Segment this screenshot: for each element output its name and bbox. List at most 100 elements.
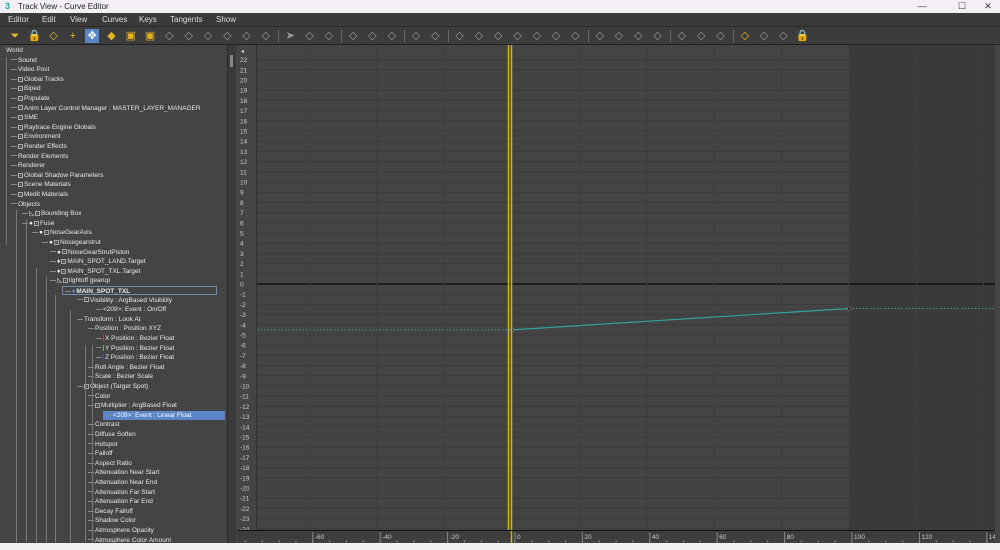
filter-keys-icon[interactable]: ◇ bbox=[714, 29, 728, 43]
expand-toggle-icon[interactable]: - bbox=[61, 249, 67, 255]
tangent-step-icon[interactable]: ◇ bbox=[530, 29, 544, 43]
tangent-auto-icon[interactable]: ◇ bbox=[453, 29, 467, 43]
tree-item[interactable]: Shadow Color bbox=[88, 516, 136, 525]
menu-editor[interactable]: Editor bbox=[8, 15, 29, 24]
tangent-linear-icon[interactable]: ◇ bbox=[549, 29, 563, 43]
tree-item[interactable]: - Environment bbox=[11, 132, 61, 141]
link-icon[interactable]: ◇ bbox=[303, 29, 317, 43]
tree-item-selected[interactable]: <209>: Event : Linear Float bbox=[103, 410, 225, 420]
tree-item[interactable]: - Medit Materials bbox=[11, 190, 68, 199]
ease-curve-icon[interactable]: ◇ bbox=[240, 29, 254, 43]
multiplier-curve-icon[interactable]: ◇ bbox=[259, 29, 273, 43]
expand-toggle-icon[interactable]: - bbox=[18, 191, 23, 197]
tree-item[interactable]: Sound bbox=[11, 56, 37, 65]
tree-item[interactable]: Scale : Bezier Scale bbox=[88, 372, 153, 381]
scale-keys-icon[interactable]: ▣ bbox=[124, 29, 138, 43]
tree-item[interactable]: - Global Shadow Parameters bbox=[11, 171, 104, 180]
scroll-thumb[interactable] bbox=[230, 55, 233, 67]
expand-toggle-icon[interactable]: - bbox=[63, 278, 68, 284]
align-icon[interactable]: ◇ bbox=[322, 29, 336, 43]
out-of-range-icon[interactable]: ◇ bbox=[757, 29, 771, 43]
tree-item[interactable]: ♦MAIN_SPOT_TXL bbox=[62, 286, 217, 295]
tree-item[interactable]: Aspect Ratio bbox=[88, 459, 132, 468]
lock-icon[interactable]: 🔒 bbox=[27, 29, 41, 43]
tree-item[interactable]: - SME bbox=[11, 113, 38, 122]
curve-canvas[interactable] bbox=[237, 45, 995, 530]
tree-item[interactable]: X Position : Bezier Float bbox=[96, 334, 174, 343]
key-stats-icon[interactable]: ◇ bbox=[776, 29, 790, 43]
expand-toggle-icon[interactable]: - bbox=[43, 230, 49, 236]
tree-item[interactable]: World bbox=[6, 46, 23, 55]
tree-item[interactable]: ♦ - MAIN_SPOT_LAND.Target bbox=[50, 257, 146, 266]
tree-item[interactable]: ● - NoseGearStrutPiston bbox=[50, 248, 129, 257]
slide-keys-icon[interactable]: ◆ bbox=[105, 29, 119, 43]
tree-item[interactable]: Transform : Look At bbox=[77, 315, 140, 324]
tree-item[interactable]: Attenuation Near End bbox=[88, 478, 157, 487]
normalize-icon[interactable]: ◇ bbox=[694, 29, 708, 43]
curve-graph[interactable] bbox=[237, 45, 995, 530]
tree-scrollbar[interactable] bbox=[228, 45, 236, 543]
tree-item[interactable]: ● - NoseGearAxis bbox=[32, 228, 92, 237]
expand-toggle-icon[interactable]: - bbox=[95, 402, 100, 408]
expand-toggle-icon[interactable]: - bbox=[33, 220, 39, 226]
close-button[interactable]: ✕ bbox=[976, 0, 1000, 13]
add-key-icon[interactable]: + bbox=[66, 29, 80, 43]
expand-toggle-icon[interactable]: - bbox=[18, 86, 23, 92]
tree-item[interactable]: Atmosphere Color Amount bbox=[88, 536, 171, 543]
tree-item[interactable]: Roll Angle : Bezier Float bbox=[88, 363, 164, 372]
key-point[interactable] bbox=[847, 306, 851, 311]
expand-toggle-icon[interactable]: - bbox=[84, 297, 89, 303]
expand-toggle-icon[interactable]: - bbox=[18, 182, 23, 188]
tangent-spline-icon[interactable]: ◇ bbox=[472, 29, 486, 43]
lock-selection-icon[interactable]: 🔒 bbox=[796, 29, 810, 43]
break-tangents-icon[interactable]: ◇ bbox=[365, 29, 379, 43]
extend-icon[interactable]: ◇ bbox=[428, 29, 442, 43]
tree-item[interactable]: ● - Nosegearstrut bbox=[42, 238, 101, 247]
filter-icon[interactable]: ⏷ bbox=[8, 29, 22, 43]
tree-item[interactable]: Decay Falloff bbox=[88, 507, 133, 516]
show-keys-icon[interactable]: ◇ bbox=[593, 29, 607, 43]
menu-curves[interactable]: Curves bbox=[102, 15, 127, 24]
tree-item[interactable]: Renderer bbox=[11, 161, 45, 170]
tree-item[interactable]: - Biped bbox=[11, 84, 41, 93]
tree-item[interactable]: Attenuation Near Start bbox=[88, 468, 159, 477]
move-keys-icon[interactable]: ✥ bbox=[85, 29, 100, 43]
unify-icon[interactable]: ◇ bbox=[738, 29, 752, 43]
region-icon[interactable]: ◇ bbox=[162, 29, 176, 43]
curve-link-icon[interactable]: ◇ bbox=[47, 29, 61, 43]
tree-item[interactable]: ◺ - Bounding Box bbox=[22, 209, 81, 218]
menu-keys[interactable]: Keys bbox=[139, 15, 157, 24]
flatten-icon[interactable]: ◇ bbox=[409, 29, 423, 43]
tree-item[interactable]: ♦ - MAIN_SPOT_TXL.Target bbox=[50, 267, 140, 276]
menu-tangents[interactable]: Tangents bbox=[170, 15, 202, 24]
retime-icon[interactable]: ◇ bbox=[182, 29, 196, 43]
tree-item[interactable]: Position : Position XYZ bbox=[88, 324, 161, 333]
expand-toggle-icon[interactable]: - bbox=[18, 172, 23, 178]
snap-frames-icon[interactable]: ◇ bbox=[201, 29, 215, 43]
lock-tangents-icon[interactable]: ◇ bbox=[631, 29, 645, 43]
tree-item[interactable]: <209>: Event : On/Off bbox=[96, 305, 166, 314]
expand-toggle-icon[interactable]: - bbox=[18, 134, 23, 140]
time-ruler[interactable]: -60 -40 -20 0 20 40 60 80 100 120 14 bbox=[237, 530, 996, 543]
frame-icon[interactable]: ◇ bbox=[675, 29, 689, 43]
tree-item[interactable]: Video Post bbox=[11, 65, 49, 74]
isolate-icon[interactable]: ◇ bbox=[651, 29, 665, 43]
tree-item[interactable]: Y Position : Bezier Float bbox=[96, 344, 174, 353]
unify-tangents-icon[interactable]: ◇ bbox=[385, 29, 399, 43]
function-curve[interactable] bbox=[511, 307, 850, 331]
tree-item[interactable]: Z Position : Bezier Float bbox=[96, 353, 174, 362]
tree-item[interactable]: - Populate bbox=[11, 94, 50, 103]
expand-toggle-icon[interactable]: - bbox=[35, 210, 40, 216]
parameter-curve-icon[interactable]: ◇ bbox=[220, 29, 234, 43]
tree-item[interactable]: - Multiplier : ArgBased Float bbox=[88, 401, 177, 410]
expand-toggle-icon[interactable]: - bbox=[18, 124, 23, 130]
show-all-tangents-icon[interactable]: ◇ bbox=[612, 29, 626, 43]
tangent-smooth-icon[interactable]: ◇ bbox=[568, 29, 582, 43]
maximize-button[interactable]: ☐ bbox=[950, 0, 974, 13]
tree-item[interactable]: - Scene Materials bbox=[11, 180, 71, 189]
expand-toggle-icon[interactable]: - bbox=[18, 105, 23, 111]
tree-item[interactable]: Attenuation Far Start bbox=[88, 488, 155, 497]
tree-item[interactable]: - Raytrace Engine Globals bbox=[11, 123, 96, 132]
expand-toggle-icon[interactable]: - bbox=[61, 268, 67, 274]
expand-toggle-icon[interactable]: - bbox=[18, 76, 23, 82]
